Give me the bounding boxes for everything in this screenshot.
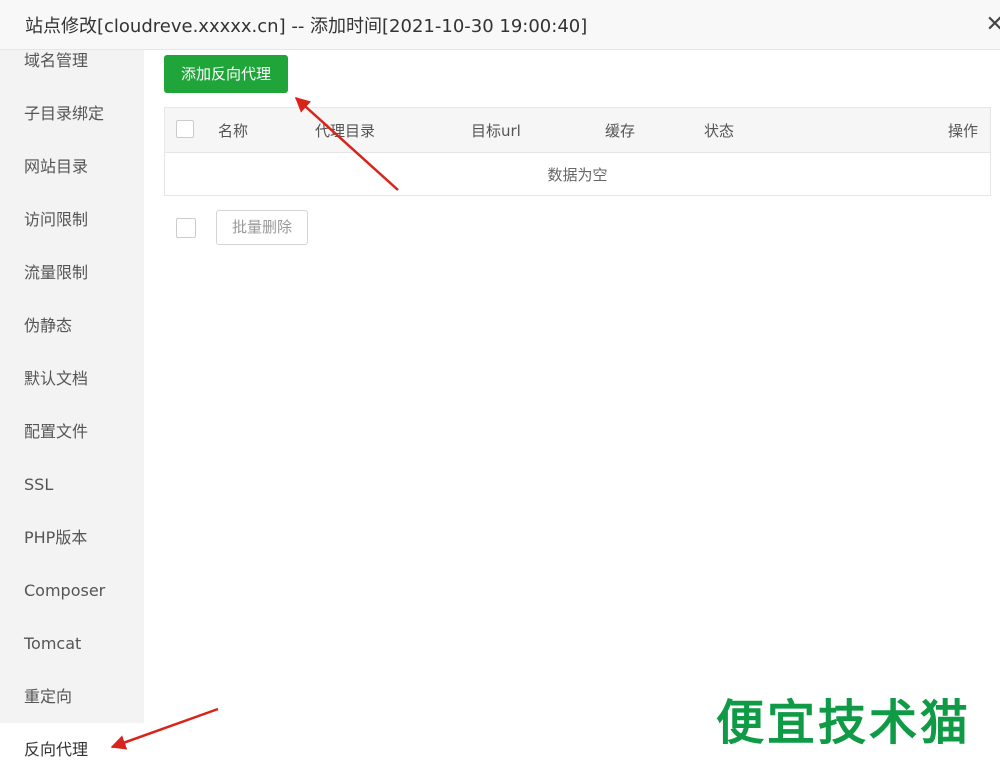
annotation-arrows	[110, 96, 399, 750]
annotation-arrow-sidebar	[110, 707, 219, 750]
annotation-arrow-button	[294, 96, 399, 191]
